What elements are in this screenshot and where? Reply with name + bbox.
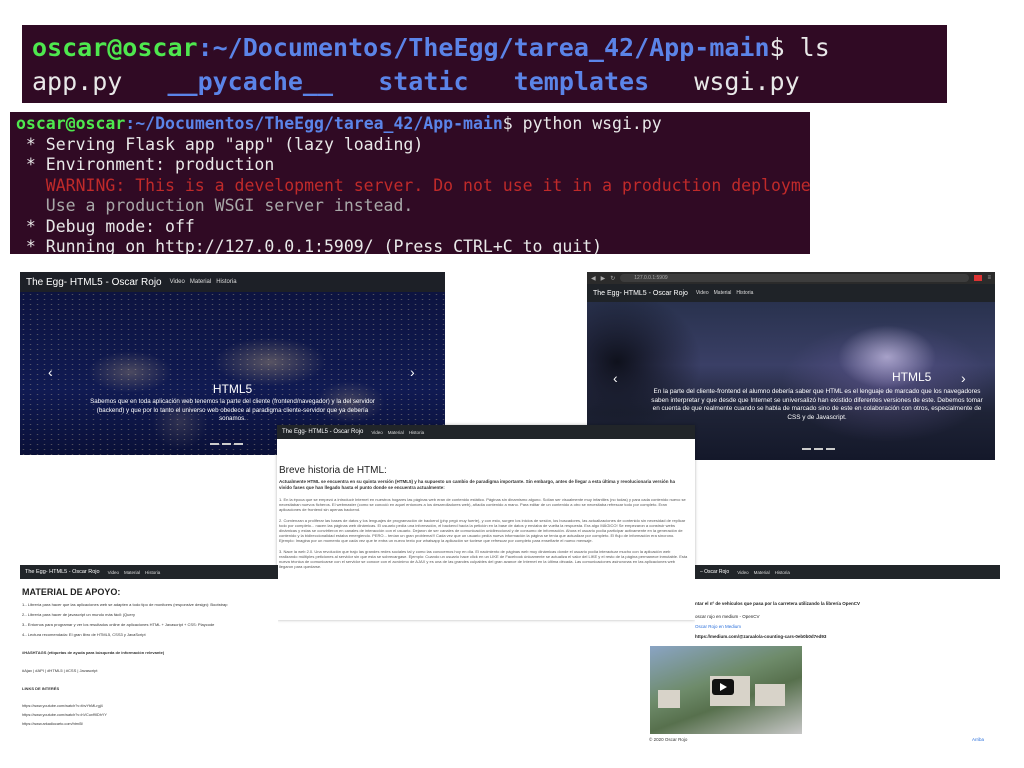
prompt-symbol: $ (769, 33, 800, 62)
historia-paragraph: 3. Nace la web 2.0. Una revolución que t… (279, 548, 688, 570)
nav-link-historia[interactable]: Historia (216, 279, 236, 285)
carousel-indicators[interactable] (802, 448, 835, 450)
nav-link-material[interactable]: Material (190, 279, 211, 285)
navbar-brand[interactable]: The Egg- HTML5 - Oscar Rojo (282, 429, 363, 435)
command: python wsgi.py (522, 114, 662, 133)
warning-line: WARNING: This is a development server. D… (16, 175, 810, 195)
navbar-brand-fragment[interactable]: – Oscar Rojo (700, 569, 729, 575)
links-title: LINKS DE INTERÉS (22, 686, 60, 691)
footer-copyright: © 2020 Oscar Rojo (649, 737, 688, 742)
extension-icon[interactable] (974, 275, 983, 281)
nav-link-material[interactable]: Material (388, 430, 404, 435)
navbar-brand[interactable]: The Egg- HTML5 - Oscar Rojo (25, 569, 100, 575)
nav-link-video[interactable]: Video (108, 570, 119, 575)
carousel-text: En la parte del cliente-frontend el alum… (651, 388, 983, 421)
nav-link-material[interactable]: Material (754, 570, 770, 575)
interest-link[interactable]: https://www.youtube.com/watch?v=tbvYbMLr… (22, 704, 278, 708)
video-page-content: ntar el nº de vehículos que pasa por la … (695, 579, 1000, 639)
video-heading: ntar el nº de vehículos que pasa por la … (695, 601, 860, 606)
hashtags-list: #Ajax | #API | #HTML5 | #CSS | Javascrip… (22, 668, 98, 673)
output-line: * Debug mode: off (16, 216, 195, 236)
screenshot-material: The Egg- HTML5 - Oscar Rojo Video Materi… (20, 565, 278, 745)
nav-link-material[interactable]: Material (124, 570, 140, 575)
nav-link-historia[interactable]: Historia (409, 430, 424, 435)
ls-entry: app.py (32, 67, 123, 96)
menu-icon[interactable]: ≡ (987, 275, 991, 281)
navbar-brand[interactable]: The Egg- HTML5 - Oscar Rojo (593, 290, 688, 297)
forward-icon[interactable]: ▶ (601, 275, 606, 282)
material-item[interactable]: 4.- Lectura recomendada: El gran libro d… (22, 632, 278, 637)
material-item[interactable]: 3.- Entornos para programar y ver los re… (22, 622, 278, 627)
interest-link[interactable]: https://www.youtube.com/watch?v=hVCuxf9I… (22, 713, 278, 717)
medium-caption: oscar rojo en medium - OpenCV (695, 614, 760, 619)
nav-link-historia[interactable]: Historia (775, 570, 790, 575)
navbar: The Egg- HTML5 - Oscar Rojo Video Materi… (587, 284, 995, 302)
navbar-brand[interactable]: The Egg- HTML5 - Oscar Rojo (26, 277, 162, 288)
nav-link-video[interactable]: Video (371, 430, 382, 435)
interest-link[interactable]: https://www.arkadiocarto.com/html5/ (22, 722, 278, 726)
output-line: * Serving Flask app "app" (lazy loading) (16, 134, 424, 154)
command: ls (799, 33, 830, 62)
historia-heading: Breve historia de HTML: (279, 465, 387, 476)
historia-paragraph: 1. En la época que se empezó a introduci… (279, 497, 686, 513)
prompt-path: :~/Documentos/TheEgg/tarea_42/App-main (125, 114, 503, 133)
carousel-indicators[interactable] (210, 443, 243, 445)
ls-entry: __pycache__ (167, 67, 334, 96)
nav-link-material[interactable]: Material (714, 290, 732, 296)
hashtags-title: #HASHTAGS (etiquetas de ayuda para búsqu… (22, 650, 165, 655)
prompt-user: oscar@oscar (16, 114, 126, 133)
nav-link-video[interactable]: Video (696, 290, 709, 296)
output-line: * Running on http://127.0.0.1:5909/ (Pre… (16, 237, 603, 254)
material-item[interactable]: 1.- Librería para hacer que las aplicaci… (22, 602, 278, 607)
historia-paragraph: 2. Comienzan a proliferar las bases de d… (279, 517, 686, 544)
terminal-run-server: oscar@oscar:~/Documentos/TheEgg/tarea_42… (10, 112, 810, 254)
back-to-top-link[interactable]: Arriba (972, 737, 984, 742)
nav-link-video[interactable]: Video (737, 570, 748, 575)
material-content: MATERIAL DE APOYO: 1.- Librería para hac… (20, 579, 278, 726)
screenshot-historia: The Egg- HTML5 - Oscar Rojo Video Materi… (277, 425, 695, 620)
historia-lead: Actualmente HTML se encuentra en su quin… (279, 479, 676, 490)
historia-content: Breve historia de HTML: Actualmente HTML… (277, 439, 695, 569)
back-icon[interactable]: ◀ (591, 275, 596, 282)
navbar: The Egg- HTML5 - Oscar Rojo Video Materi… (20, 272, 445, 292)
reload-icon[interactable]: ↻ (610, 275, 615, 282)
material-item[interactable]: 2.- Librería para hacer de javascript un… (22, 612, 278, 617)
carousel-title: HTML5 (212, 382, 253, 396)
address-bar[interactable]: 127.0.0.1:5909 (620, 274, 970, 282)
terminal-ls: oscar@oscar:~/Documentos/TheEgg/tarea_42… (22, 25, 947, 103)
carousel-text: Sabemos que en toda aplicación web tenem… (90, 398, 375, 422)
navbar: The Egg- HTML5 - Oscar Rojo Video Materi… (20, 565, 278, 579)
prompt-user: oscar@oscar (32, 33, 198, 62)
nav-link-historia[interactable]: Historia (736, 290, 753, 296)
navbar: The Egg- HTML5 - Oscar Rojo Video Materi… (277, 425, 695, 439)
navbar: – Oscar Rojo Video Material Historia (695, 565, 1000, 579)
prompt-symbol: $ (502, 114, 523, 133)
terminal-prompt-line: oscar@oscar:~/Documentos/TheEgg/tarea_42… (32, 31, 937, 65)
prompt-path: :~/Documentos/TheEgg/tarea_42/App-main (197, 33, 770, 62)
nav-link-video[interactable]: Video (170, 279, 185, 285)
material-heading: MATERIAL DE APOYO: (22, 587, 121, 597)
terminal-prompt-line: oscar@oscar:~/Documentos/TheEgg/tarea_42… (16, 114, 804, 135)
ls-output: app.py __pycache__ static templates wsgi… (32, 65, 937, 99)
ls-entry: wsgi.py (694, 67, 800, 96)
browser-toolbar: ◀ ▶ ↻ 127.0.0.1:5909 ≡ (587, 272, 995, 284)
nav-link-historia[interactable]: Historia (145, 570, 160, 575)
ls-entry: static (378, 67, 469, 96)
video-player[interactable] (650, 646, 802, 734)
output-line: Use a production WSGI server instead. (16, 196, 414, 215)
carousel-next-icon[interactable]: › (410, 364, 415, 380)
carousel-prev-icon[interactable]: ‹ (48, 364, 53, 380)
play-icon[interactable] (712, 679, 734, 695)
carousel-prev-icon[interactable]: ‹ (613, 370, 618, 386)
medium-url[interactable]: https://medium.com/@zaraalo/a-counting-c… (695, 634, 1000, 639)
output-line: * Environment: production (16, 155, 275, 174)
ls-entry: templates (513, 67, 650, 96)
medium-link[interactable]: Oscar Rojo en Medium (695, 624, 1000, 629)
carousel-title: HTML5 (892, 370, 932, 384)
carousel-next-icon[interactable]: › (961, 370, 966, 386)
